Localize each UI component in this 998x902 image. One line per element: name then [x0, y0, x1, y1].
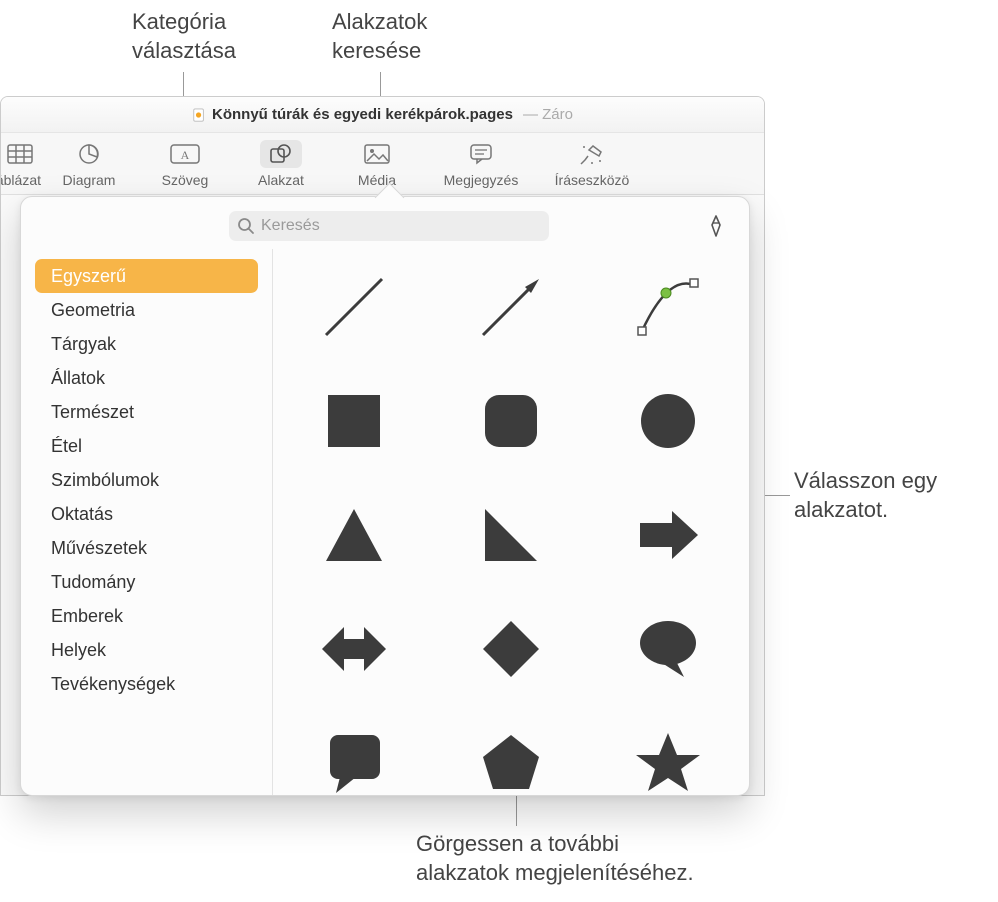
table-icon — [0, 140, 41, 168]
category-item-label: Oktatás — [51, 504, 113, 525]
category-item-label: Tudomány — [51, 572, 135, 593]
toolbar-text-button[interactable]: A Szöveg — [137, 140, 233, 188]
draw-pen-button[interactable] — [703, 213, 729, 244]
category-item[interactable]: Geometria — [35, 293, 258, 327]
popover-header — [21, 197, 749, 249]
category-item-label: Tárgyak — [51, 334, 116, 355]
shape-triangle[interactable] — [314, 495, 394, 575]
toolbar: Táblázat Diagram A Szöveg Alakzat Média — [1, 133, 764, 195]
toolbar-comment-label: Megjegyzés — [444, 172, 519, 188]
shape-right-triangle[interactable] — [471, 495, 551, 575]
shape-arrow-right[interactable] — [628, 495, 708, 575]
toolbar-chart-label: Diagram — [63, 172, 116, 188]
category-item[interactable]: Tudomány — [35, 565, 258, 599]
window-title-trailing: — Záro — [523, 106, 573, 123]
shape-arrow-double[interactable] — [314, 609, 394, 689]
category-item-label: Szimbólumok — [51, 470, 159, 491]
svg-text:A: A — [181, 148, 190, 162]
category-item-label: Étel — [51, 436, 82, 457]
shape-circle[interactable] — [628, 381, 708, 461]
callout-select-label: Válasszon egyalakzatot. — [794, 467, 937, 524]
category-item[interactable]: Egyszerű — [35, 259, 258, 293]
category-item-label: Geometria — [51, 300, 135, 321]
category-item[interactable]: Étel — [35, 429, 258, 463]
text-icon: A — [164, 140, 206, 168]
category-item-label: Állatok — [51, 368, 105, 389]
category-item[interactable]: Állatok — [35, 361, 258, 395]
toolbar-text-label: Szöveg — [162, 172, 209, 188]
media-icon — [356, 140, 398, 168]
category-item-label: Helyek — [51, 640, 106, 661]
category-item-label: Művészetek — [51, 538, 147, 559]
shapes-grid — [291, 267, 731, 795]
shape-rounded-square[interactable] — [471, 381, 551, 461]
shape-bezier-curve[interactable] — [628, 267, 708, 347]
shape-star[interactable] — [628, 723, 708, 795]
category-item-label: Egyszerű — [51, 266, 126, 287]
toolbar-table-button[interactable]: Táblázat — [5, 140, 41, 188]
search-wrap — [229, 211, 549, 241]
shape-icon — [260, 140, 302, 168]
category-item[interactable]: Oktatás — [35, 497, 258, 531]
chart-icon — [68, 140, 110, 168]
category-item[interactable]: Tevékenységek — [35, 667, 258, 701]
shape-pentagon[interactable] — [471, 723, 551, 795]
document-icon — [192, 108, 206, 122]
shape-speech-bubble[interactable] — [628, 609, 708, 689]
search-icon — [237, 217, 255, 240]
category-sidebar: Egyszerű Geometria Tárgyak Állatok Természet… — [21, 249, 273, 795]
toolbar-media-button[interactable]: Média — [329, 140, 425, 188]
category-item[interactable]: Szimbólumok — [35, 463, 258, 497]
toolbar-drawtools-label: Íráseszközö — [555, 172, 630, 188]
category-item[interactable]: Helyek — [35, 633, 258, 667]
category-item-label: Emberek — [51, 606, 123, 627]
search-input[interactable] — [229, 211, 549, 241]
category-item[interactable]: Művészetek — [35, 531, 258, 565]
callout-line — [764, 495, 790, 496]
category-item-label: Természet — [51, 402, 134, 423]
window-title: Könnyű túrák és egyedi kerékpárok.pages — [212, 106, 513, 123]
shape-arrow-line[interactable] — [471, 267, 551, 347]
toolbar-shape-button[interactable]: Alakzat — [233, 140, 329, 188]
drawtools-icon — [571, 140, 613, 168]
comment-icon — [460, 140, 502, 168]
shape-diamond[interactable] — [471, 609, 551, 689]
category-item[interactable]: Természet — [35, 395, 258, 429]
shapes-area[interactable] — [273, 249, 749, 795]
category-item[interactable]: Emberek — [35, 599, 258, 633]
callout-category-label: Kategóriaválasztása — [132, 8, 236, 65]
shape-square[interactable] — [314, 381, 394, 461]
popover-body: Egyszerű Geometria Tárgyak Állatok Természet… — [21, 249, 749, 795]
category-item[interactable]: Tárgyak — [35, 327, 258, 361]
callout-scroll-label: Görgessen a továbbialakzatok megjeleníté… — [416, 830, 694, 887]
window-title-bar: Könnyű túrák és egyedi kerékpárok.pages … — [1, 97, 764, 133]
toolbar-comment-button[interactable]: Megjegyzés — [425, 140, 537, 188]
shape-callout-square[interactable] — [314, 723, 394, 795]
shape-line[interactable] — [314, 267, 394, 347]
toolbar-shape-label: Alakzat — [258, 172, 304, 188]
toolbar-table-label: Táblázat — [0, 172, 41, 188]
toolbar-drawtools-button[interactable]: Íráseszközö — [537, 140, 647, 188]
shapes-popover: Egyszerű Geometria Tárgyak Állatok Természet… — [20, 196, 750, 796]
category-item-label: Tevékenységek — [51, 674, 175, 695]
callout-search-label: Alakzatokkeresése — [332, 8, 427, 65]
toolbar-chart-button[interactable]: Diagram — [41, 140, 137, 188]
